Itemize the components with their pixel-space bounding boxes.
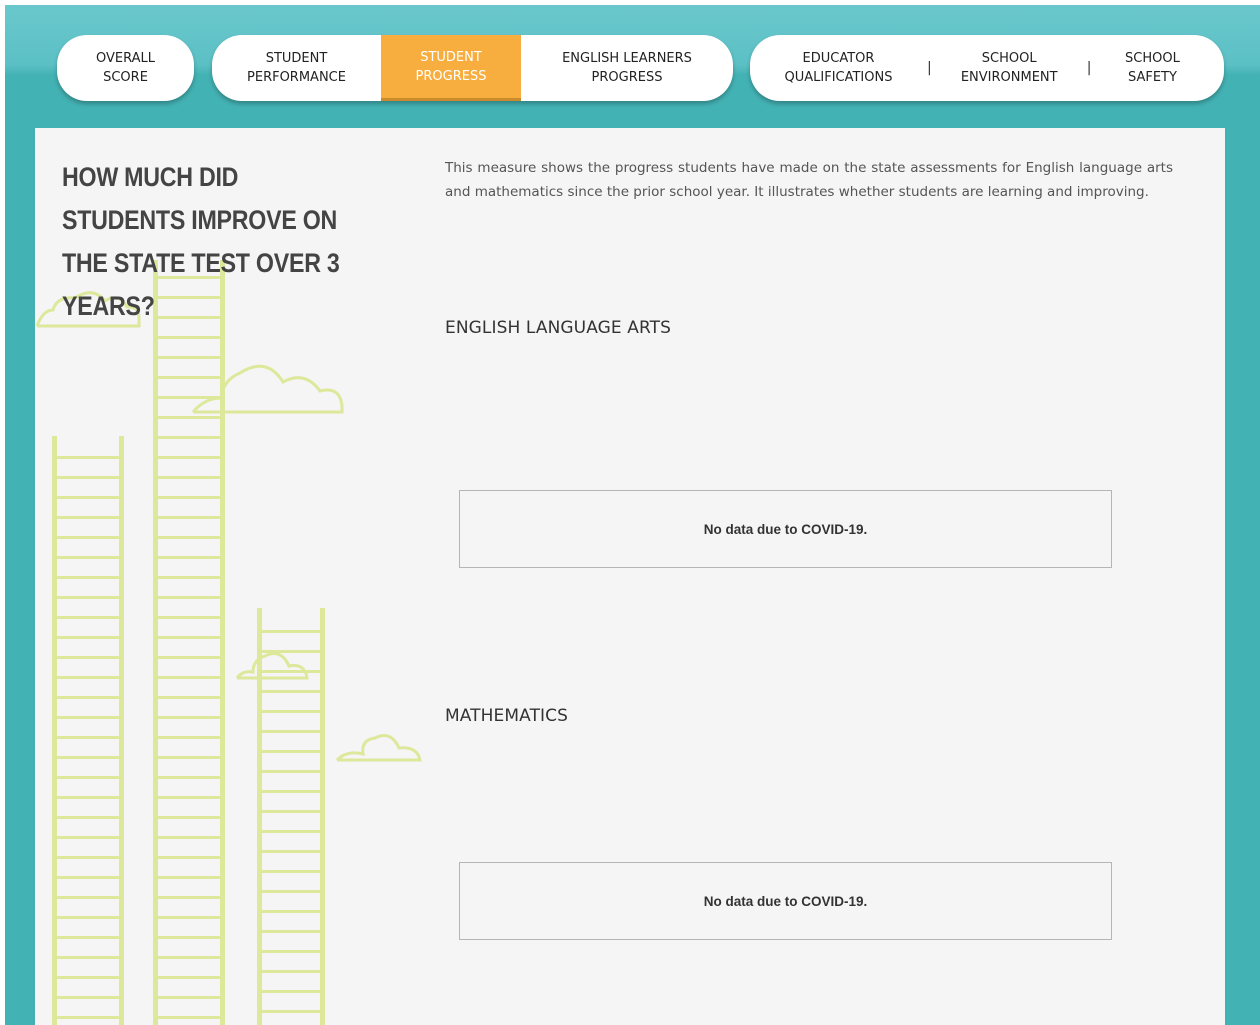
tab-overall-score[interactable]: OVERALL SCORE (57, 35, 194, 101)
tab-educator-qualifications[interactable]: EDUCATOR QUALIFICATIONS (750, 35, 927, 101)
tab-school-safety[interactable]: SCHOOL SAFETY (1091, 35, 1213, 101)
no-data-box-ela: No data due to COVID-19. (459, 490, 1112, 568)
nav-group-overall: OVERALL SCORE (57, 35, 194, 101)
content-panel: HOW MUCH DID STUDENTS IMPROVE ON THE STA… (35, 128, 1225, 1025)
intro-text: This measure shows the progress students… (445, 160, 1173, 200)
cloud-illustration (335, 734, 422, 762)
no-data-box-math: No data due to COVID-19. (459, 862, 1112, 940)
nav-group-academics: STUDENT PERFORMANCE STUDENT PROGRESS ENG… (212, 35, 733, 101)
tab-english-learners-progress[interactable]: ENGLISH LEARNERS PROGRESS (521, 35, 733, 101)
no-data-message: No data due to COVID-19. (703, 893, 868, 909)
section-title-math: MATHEMATICS (445, 706, 569, 726)
tab-student-performance[interactable]: STUDENT PERFORMANCE (212, 35, 381, 101)
page-question: HOW MUCH DID STUDENTS IMPROVE ON THE STA… (62, 162, 340, 321)
tab-student-progress[interactable]: STUDENT PROGRESS (381, 35, 521, 101)
tab-school-environment[interactable]: SCHOOL ENVIRONMENT (932, 35, 1087, 101)
no-data-message: No data due to COVID-19. (703, 521, 868, 537)
section-title-ela: ENGLISH LANGUAGE ARTS (445, 318, 672, 338)
nav-group-school: EDUCATOR QUALIFICATIONS | SCHOOL ENVIRON… (750, 35, 1224, 101)
